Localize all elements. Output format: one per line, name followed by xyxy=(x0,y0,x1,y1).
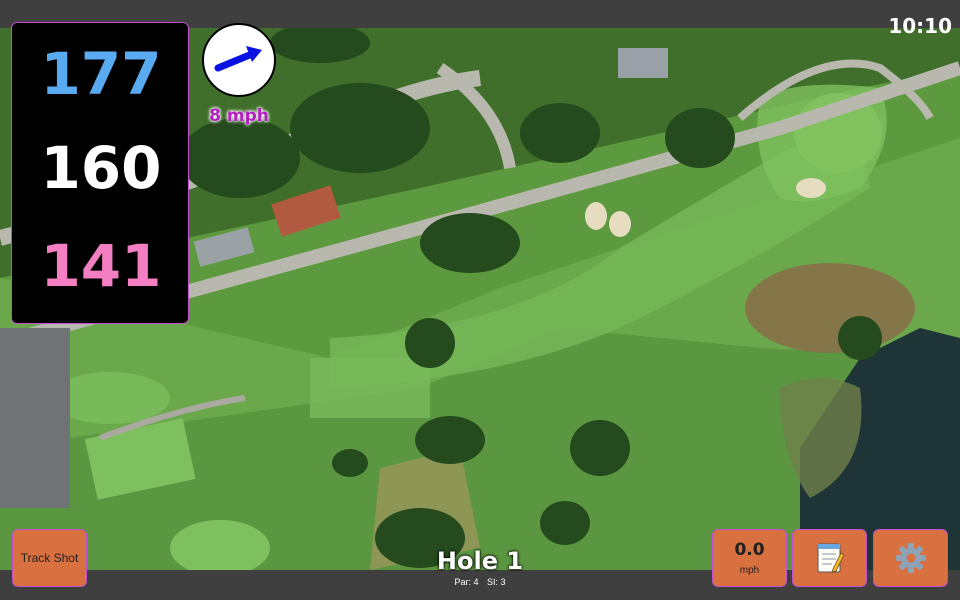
clock: 10:10 xyxy=(888,14,952,38)
notes-button[interactable] xyxy=(792,529,867,587)
gear-icon xyxy=(895,543,926,573)
shot-speed-button[interactable]: 0.0 mph xyxy=(712,529,787,587)
settings-button[interactable] xyxy=(873,529,948,587)
bunker-icon xyxy=(585,202,607,230)
shot-speed-unit: mph xyxy=(739,565,760,576)
hole-title: Hole 1 xyxy=(436,547,524,575)
distance-middle: 160 xyxy=(40,134,162,202)
distance-panel: 177 160 141 xyxy=(11,22,189,324)
bunker-icon xyxy=(796,178,826,198)
bunker-icon xyxy=(609,211,631,237)
distance-back: 177 xyxy=(40,40,162,108)
shot-speed-value: 0.0 xyxy=(734,540,765,560)
house-icon xyxy=(618,48,668,78)
distance-front: 141 xyxy=(40,232,162,300)
notepad-icon xyxy=(817,543,845,573)
wind-compass xyxy=(202,23,276,97)
parking-lot-icon xyxy=(0,328,70,508)
track-shot-button[interactable]: Track Shot xyxy=(12,529,87,587)
wind-direction-arrow-icon xyxy=(214,46,262,72)
hole-info: Par: 4 SI: 3 xyxy=(380,577,580,587)
hole-stroke-index: SI: 3 xyxy=(487,577,506,587)
track-shot-label: Track Shot xyxy=(20,550,79,565)
hole-par: Par: 4 xyxy=(454,577,479,587)
wind-speed: 8 mph xyxy=(209,106,269,126)
